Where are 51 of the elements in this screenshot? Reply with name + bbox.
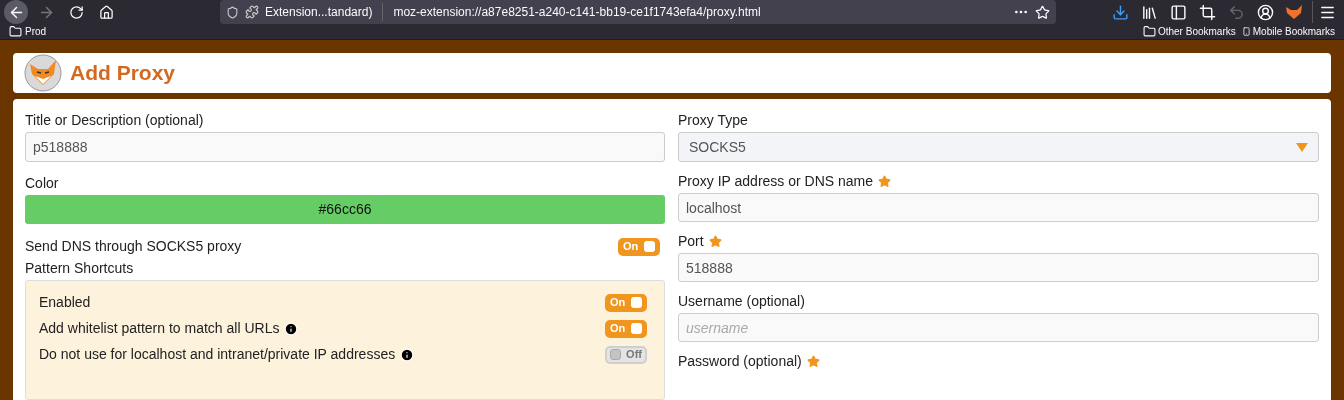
bookmark-item[interactable]: Other Bookmarks — [1142, 24, 1236, 39]
field-label: Port — [678, 232, 704, 250]
bookmark-label: Other Bookmarks — [1157, 25, 1236, 39]
section-label: Pattern Shortcuts — [25, 259, 135, 277]
field-label: Title or Description (optional) — [25, 111, 205, 129]
bookmark-star-icon[interactable] — [1035, 4, 1050, 20]
required-star-icon — [806, 354, 820, 368]
text-input[interactable]: localhost — [678, 193, 1319, 222]
option-label: Add whitelist pattern to match all URLs — [39, 319, 280, 338]
bookmark-label: Mobile Bookmarks — [1252, 25, 1335, 39]
bookmark-label: Prod — [25, 25, 47, 39]
address-bar[interactable]: Extension...tandard) moz-extension://a87e8251-a240-c141-bb19-ce1f1743efa4/proxy.html — [220, 0, 1056, 24]
info-icon[interactable] — [284, 321, 299, 336]
home-icon — [98, 4, 114, 20]
page-title: Add Proxy — [70, 60, 176, 87]
back-button[interactable] — [4, 0, 28, 24]
shield-icon[interactable] — [226, 5, 239, 19]
identity-label: Extension...tandard) — [265, 4, 373, 21]
phone-icon — [1241, 25, 1251, 38]
title-input[interactable]: p518888 — [25, 132, 665, 162]
reload-icon — [68, 4, 84, 20]
info-icon[interactable] — [400, 347, 415, 362]
url-text: moz-extension://a87e8251-a240-c141-bb19-ce1f1743efa4/proxy.html — [393, 4, 761, 21]
required-star-icon — [878, 174, 892, 188]
folder-icon — [1142, 25, 1156, 38]
fox-extension-icon[interactable] — [1286, 5, 1302, 19]
field-label: Password (optional) — [678, 352, 802, 370]
bookmark-item[interactable]: Prod — [9, 24, 47, 39]
proxy-type-select[interactable]: SOCKS5 — [678, 132, 1319, 162]
bookmark-item[interactable]: Mobile Bookmarks — [1241, 24, 1335, 39]
dropdown-caret-icon — [1296, 142, 1308, 152]
sidebar-icon[interactable] — [1170, 3, 1187, 21]
toggle-label: Send DNS through SOCKS5 proxy — [25, 237, 242, 256]
field-label: Proxy Type — [678, 111, 748, 129]
library-icon[interactable] — [1141, 3, 1158, 21]
toggle-switch[interactable]: Off — [605, 345, 647, 364]
option-label: Do not use for localhost and intranet/private IP addresses — [39, 345, 396, 364]
account-icon[interactable] — [1257, 3, 1274, 21]
field-label: Proxy IP address or DNS name — [678, 172, 874, 190]
color-value: #66cc66 — [318, 200, 372, 219]
option-label: Enabled — [39, 293, 91, 312]
required-star-icon — [708, 234, 722, 248]
color-picker[interactable]: #66cc66 — [25, 195, 665, 224]
puzzle-icon — [245, 5, 259, 19]
download-icon[interactable] — [1112, 3, 1129, 21]
text-input[interactable]: username — [678, 313, 1319, 342]
text-input[interactable]: 518888 — [678, 253, 1319, 282]
field-label: Color — [25, 174, 60, 192]
crop-icon[interactable] — [1199, 3, 1216, 21]
folder-icon — [9, 25, 22, 38]
field-label: Username (optional) — [678, 292, 805, 310]
